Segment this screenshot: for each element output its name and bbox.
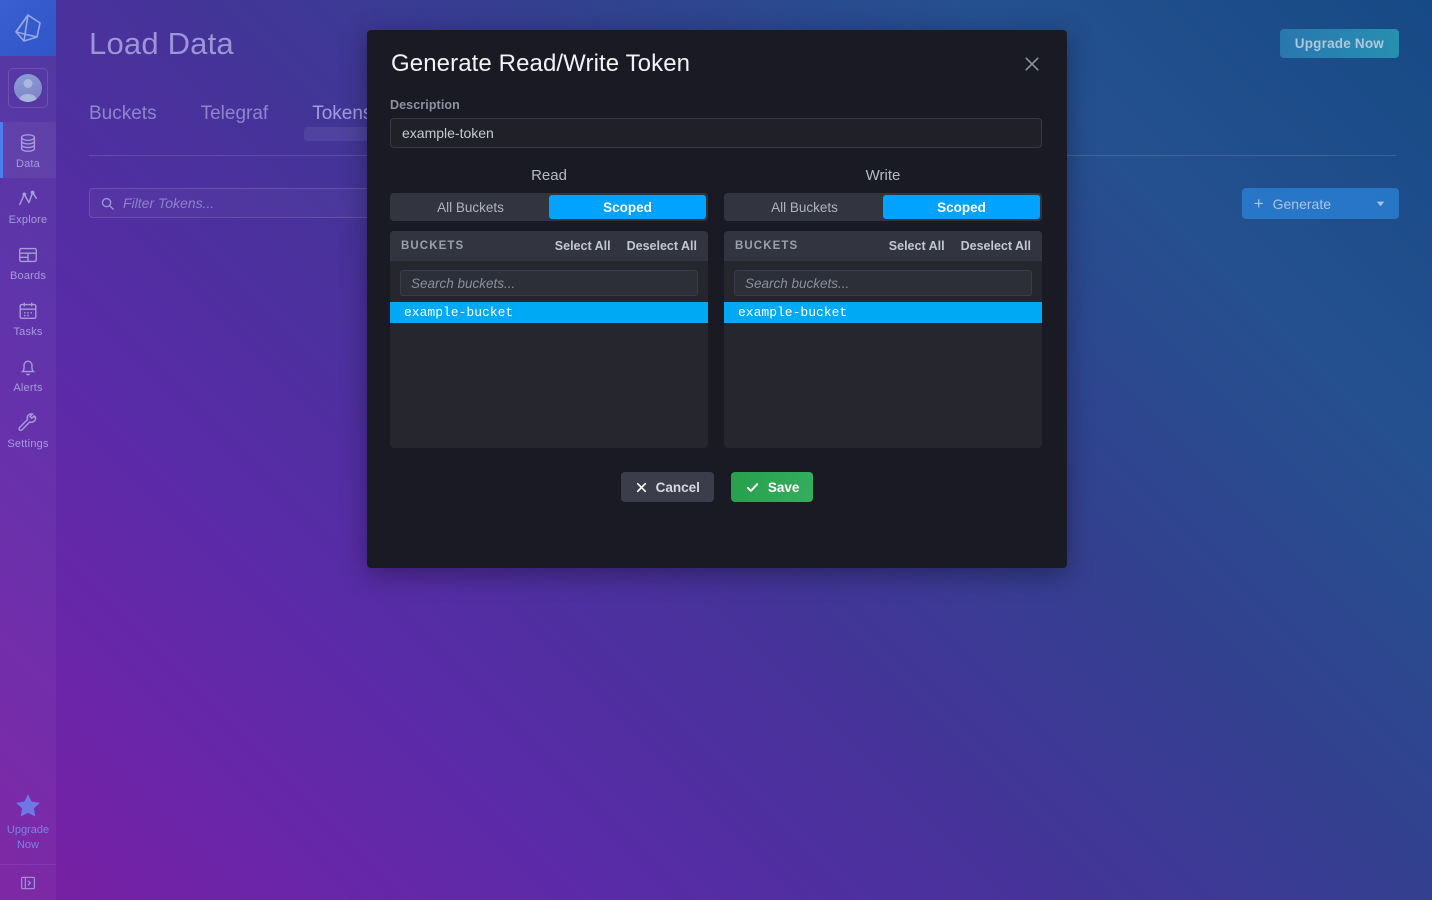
write-deselect-all-button[interactable]: Deselect All [961,239,1031,253]
modal-titlebar: Generate Read/Write Token [367,30,1067,98]
write-bucket-search-input[interactable] [734,270,1032,296]
description-input[interactable] [390,118,1042,148]
read-buckets-label: BUCKETS [401,240,539,252]
write-buckets-header: BUCKETS Select All Deselect All [724,231,1042,261]
write-bucket-search-wrap [724,261,1042,302]
read-bucket-row[interactable]: example-bucket [390,302,708,323]
write-bucket-list: example-bucket [724,302,1042,448]
read-buckets-header: BUCKETS Select All Deselect All [390,231,708,261]
write-buckets-label: BUCKETS [735,240,873,252]
read-heading: Read [390,167,708,184]
read-select-all-button[interactable]: Select All [555,239,611,253]
read-bucket-search-wrap [390,261,708,302]
save-button[interactable]: Save [731,472,814,502]
read-bucket-search-input[interactable] [400,270,698,296]
x-icon [635,481,648,494]
read-deselect-all-button[interactable]: Deselect All [627,239,697,253]
generate-token-modal: Generate Read/Write Token Description Re… [367,30,1067,568]
write-bucket-row[interactable]: example-bucket [724,302,1042,323]
write-scope-toggle: All Buckets Scoped [724,193,1042,221]
write-buckets-panel: BUCKETS Select All Deselect All example-… [724,231,1042,448]
write-select-all-button[interactable]: Select All [889,239,945,253]
description-label: Description [390,98,1044,112]
close-icon [1022,54,1042,74]
cancel-label: Cancel [656,480,700,495]
read-all-buckets-option[interactable]: All Buckets [392,195,549,219]
read-buckets-panel: BUCKETS Select All Deselect All example-… [390,231,708,448]
permission-columns: Read All Buckets Scoped BUCKETS Select A… [390,167,1044,448]
write-heading: Write [724,167,1042,184]
write-all-buckets-option[interactable]: All Buckets [726,195,883,219]
modal-overlay: Generate Read/Write Token Description Re… [0,0,1432,900]
read-scoped-option[interactable]: Scoped [549,195,706,219]
modal-body: Description Read All Buckets Scoped BUCK… [367,98,1067,502]
write-scoped-option[interactable]: Scoped [883,195,1040,219]
save-label: Save [768,480,800,495]
modal-title: Generate Read/Write Token [391,50,690,78]
modal-footer: Cancel Save [390,472,1044,502]
read-bucket-list: example-bucket [390,302,708,448]
modal-close-button[interactable] [1019,51,1045,77]
read-scope-toggle: All Buckets Scoped [390,193,708,221]
cancel-button[interactable]: Cancel [621,472,714,502]
check-icon [745,480,760,495]
write-permission-column: Write All Buckets Scoped BUCKETS Select … [724,167,1042,448]
read-permission-column: Read All Buckets Scoped BUCKETS Select A… [390,167,708,448]
